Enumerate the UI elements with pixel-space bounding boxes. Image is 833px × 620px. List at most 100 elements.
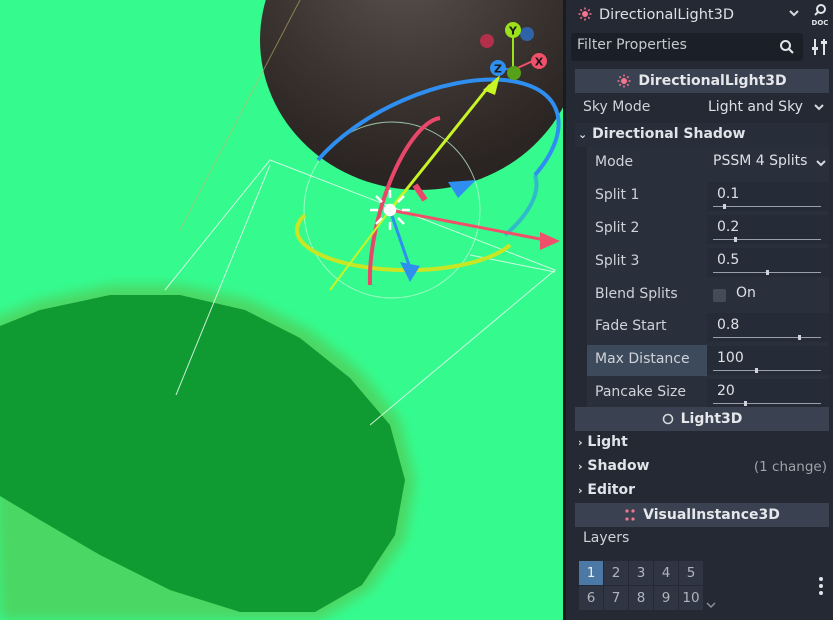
slider-grabber[interactable] (722, 204, 726, 209)
cast-shadow (0, 285, 415, 620)
shadow-mode-dropdown[interactable]: PSSM 4 Splits (707, 149, 829, 178)
layers-expand-icon[interactable] (706, 597, 716, 613)
property-pancake-size: Pancake Size 20 (587, 377, 829, 410)
layer-cell[interactable]: 1 (579, 561, 603, 585)
layer-cell[interactable]: 4 (654, 561, 678, 585)
group-label: ⌄ Directional Shadow (578, 126, 745, 142)
section-title: Light3D (680, 411, 743, 427)
max-distance-slider[interactable]: 100 (707, 346, 829, 375)
svg-text:X: X (535, 56, 544, 69)
sliders-icon (812, 39, 827, 55)
3d-viewport[interactable]: Y X Z (0, 0, 563, 620)
section-title: DirectionalLight3D (638, 73, 787, 89)
property-split-1: Split 1 0.1 (587, 180, 829, 213)
chevron-right-icon: › (578, 460, 583, 473)
layers-menu-button[interactable] (816, 574, 826, 598)
layer-cell[interactable]: 9 (654, 586, 678, 610)
property-label: Fade Start (595, 318, 667, 334)
layer-cell[interactable]: 8 (629, 586, 653, 610)
layers-grid: 1 2 3 4 5 6 7 8 9 10 (579, 561, 704, 611)
property-label: Pancake Size (595, 384, 686, 400)
slider-track (713, 337, 821, 338)
fade-start-value: 0.8 (717, 317, 740, 333)
slider-grabber[interactable] (744, 401, 748, 406)
layer-cell[interactable]: 6 (579, 586, 603, 610)
split-2-slider[interactable]: 0.2 (707, 215, 829, 244)
kebab-menu-icon (819, 577, 823, 595)
split-1-value: 0.1 (717, 186, 740, 202)
group-label: › Shadow (578, 458, 650, 474)
property-sky-mode: Sky Mode Light and Sky (575, 93, 829, 123)
group-label: › Light (578, 434, 628, 450)
chevron-down-icon (815, 156, 827, 173)
property-label: Blend Splits (595, 286, 678, 302)
shadow-mode-value: PSSM 4 Splits (713, 153, 808, 169)
inspector-panel: DirectionalLight3D DOC Filter Properties… (566, 0, 833, 620)
property-label: Sky Mode (583, 99, 651, 115)
light-sun-icon (370, 190, 410, 230)
layers-label: Layers (583, 530, 630, 546)
change-count: (1 change) (753, 459, 827, 475)
light3d-icon (662, 413, 674, 425)
slider-track (713, 403, 821, 404)
property-max-distance: Max Distance 100 (587, 344, 829, 377)
node-selector[interactable]: DirectionalLight3D (570, 1, 804, 28)
slider-track (713, 239, 821, 240)
layer-cell[interactable]: 7 (604, 586, 628, 610)
property-blend-splits: Blend Splits On (587, 279, 829, 312)
property-label: Max Distance (587, 345, 707, 376)
group-editor[interactable]: › Editor (575, 479, 829, 503)
fade-start-slider[interactable]: 0.8 (707, 313, 829, 342)
svg-text:Z: Z (494, 63, 502, 76)
property-fade-start: Fade Start 0.8 (587, 311, 829, 344)
split-3-slider[interactable]: 0.5 (707, 248, 829, 277)
inspector-topbar: DirectionalLight3D DOC (566, 0, 833, 30)
sky-mode-dropdown[interactable]: Light and Sky (702, 95, 829, 122)
property-shadow-mode: Mode PSSM 4 Splits (587, 147, 829, 180)
checkbox-icon[interactable] (713, 289, 726, 302)
split-2-value: 0.2 (717, 219, 740, 235)
open-documentation-button[interactable]: DOC (806, 0, 833, 30)
blend-splits-checkbox[interactable]: On (707, 281, 829, 310)
group-title: Directional Shadow (592, 126, 746, 142)
sky-mode-value: Light and Sky (708, 99, 803, 115)
section-visual-instance3d: VisualInstance3D (575, 503, 829, 527)
layer-cell[interactable]: 2 (604, 561, 628, 585)
property-label: Split 2 (595, 220, 640, 236)
property-options-button[interactable] (809, 35, 831, 59)
property-split-2: Split 2 0.2 (587, 213, 829, 246)
filter-properties-field[interactable] (571, 33, 803, 61)
section-light3d: Light3D (575, 407, 829, 431)
group-shadow[interactable]: › Shadow (1 change) (575, 455, 829, 479)
blend-splits-value: On (736, 285, 756, 301)
layer-cell[interactable]: 3 (629, 561, 653, 585)
property-label: Split 1 (595, 187, 640, 203)
chevron-down-icon: ⌄ (578, 128, 588, 141)
slider-track (713, 206, 821, 207)
slider-grabber[interactable] (733, 237, 737, 242)
slider-grabber[interactable] (755, 368, 759, 373)
layer-cell[interactable]: 5 (679, 561, 703, 585)
directional-light-icon (617, 74, 631, 88)
svg-text:Y: Y (508, 25, 518, 38)
chevron-right-icon: › (578, 436, 583, 449)
pancake-size-slider[interactable]: 20 (707, 379, 829, 408)
split-3-value: 0.5 (717, 252, 740, 268)
slider-grabber[interactable] (766, 270, 769, 275)
svg-text:DOC: DOC (811, 19, 828, 27)
node-name: DirectionalLight3D (599, 6, 734, 23)
group-directional-shadow[interactable]: ⌄ Directional Shadow (575, 123, 829, 147)
slider-grabber[interactable] (798, 335, 802, 340)
pancake-size-value: 20 (717, 383, 735, 399)
search-icon (779, 39, 795, 59)
max-distance-value: 100 (717, 350, 744, 366)
viewport-scene: Y X Z (0, 0, 563, 620)
split-1-slider[interactable]: 0.1 (707, 182, 829, 211)
chevron-down-icon (813, 100, 825, 117)
filter-properties-input[interactable] (571, 33, 771, 57)
slider-track (713, 370, 821, 371)
layer-cell[interactable]: 10 (679, 586, 703, 610)
group-light[interactable]: › Light (575, 431, 829, 455)
property-label: Mode (595, 154, 634, 170)
filter-row (566, 30, 833, 66)
